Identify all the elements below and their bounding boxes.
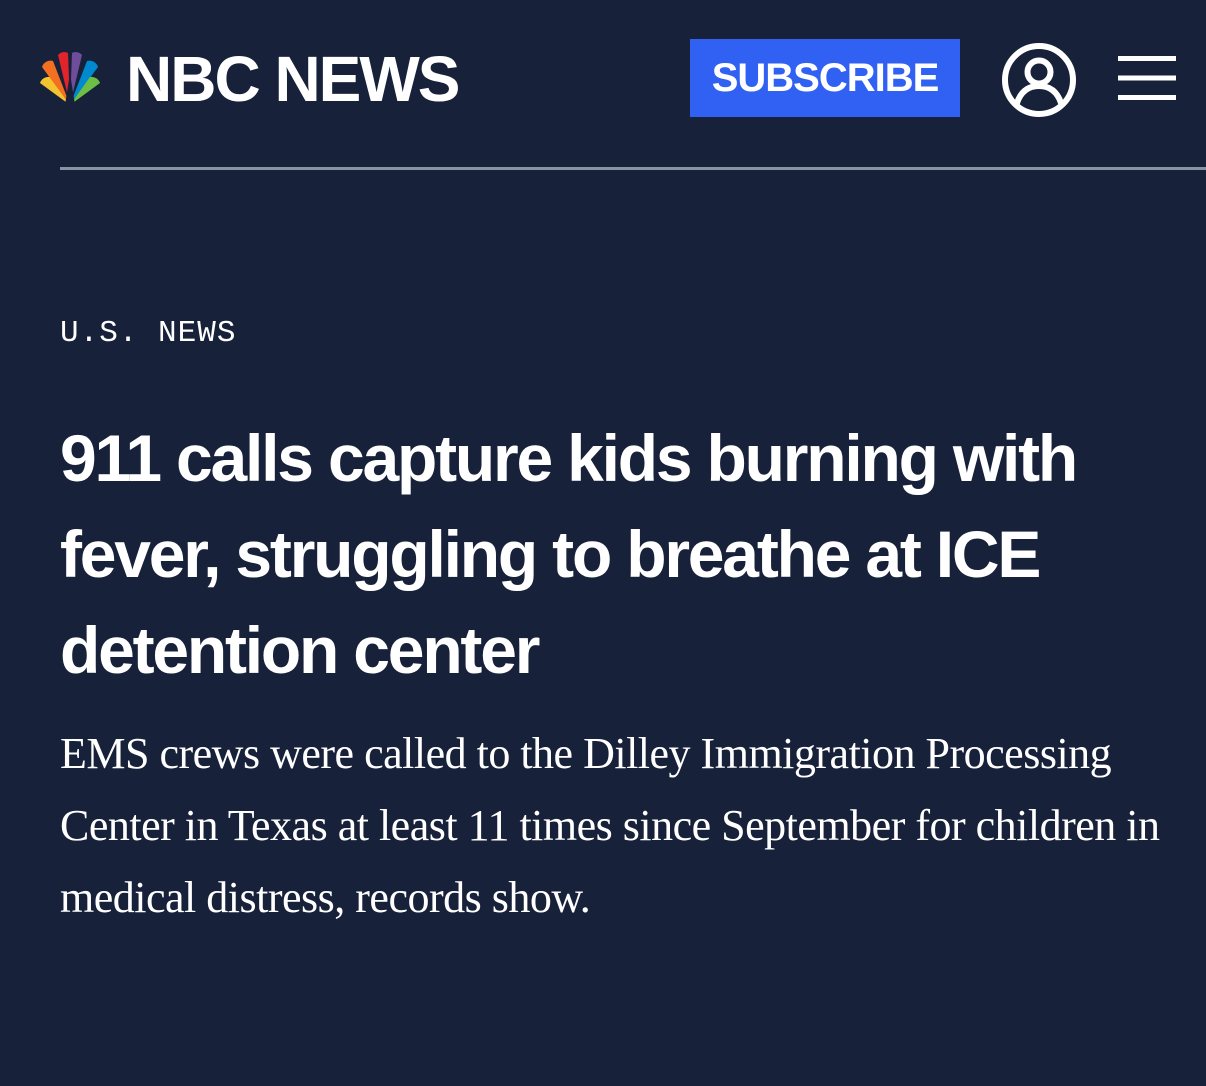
article-dek: EMS crews were called to the Dilley Immi…	[60, 729, 1160, 922]
nbc-news-logo[interactable]: NBC NEWS	[28, 43, 460, 115]
header-divider	[60, 167, 1206, 170]
user-account-icon[interactable]	[1000, 41, 1078, 119]
subscribe-button[interactable]: SUBSCRIBE	[690, 39, 960, 117]
site-header: NBC NEWS SUBSCRIBE	[0, 0, 1206, 170]
article-headline: 911 calls capture kids burning with feve…	[60, 421, 1078, 687]
section-label[interactable]: U.S. NEWS	[60, 316, 236, 352]
hamburger-menu-icon[interactable]	[1118, 54, 1176, 102]
nbc-peacock-icon	[40, 52, 100, 105]
brand-wordmark: NBC NEWS	[126, 43, 460, 115]
